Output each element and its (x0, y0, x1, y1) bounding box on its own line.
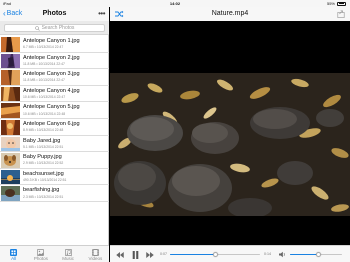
search-icon (34, 25, 40, 31)
file-thumbnail (1, 70, 20, 85)
file-name: Baby Puppy.jpg (23, 154, 62, 161)
volume-fill (290, 254, 319, 256)
film-icon (91, 248, 99, 256)
file-meta: 11.8 MB • 10/13/2014 22:47 (23, 61, 65, 66)
more-options-icon[interactable]: ••• (98, 9, 105, 18)
pause-button[interactable] (131, 250, 139, 259)
browser-title: Photos (42, 10, 67, 17)
file-browser-panel: ‹ Back Photos ••• Search Photos Antelope… (0, 7, 109, 262)
file-name: Antelope Canyon 5.jpg (23, 104, 80, 111)
file-meta: 6.7 MB • 10/13/2014 22:47 (23, 45, 64, 50)
photo-icon (37, 248, 45, 256)
file-meta: 8.9 MB • 10/13/2014 22:48 (23, 128, 64, 133)
search-bar: Search Photos (0, 21, 109, 35)
file-meta: 490.3 KB • 10/13/2014 22:51 (23, 177, 67, 182)
tab-videos[interactable]: Videos (82, 246, 109, 262)
file-meta: 2.9 MB • 10/13/2014 22:52 (23, 161, 64, 166)
tab-music[interactable]: Music (55, 246, 82, 262)
playback-controls: 0:07 0:14 (110, 245, 350, 262)
file-thumbnail (1, 169, 20, 185)
clock: 14:02 (169, 1, 181, 6)
elapsed-time: 0:07 (160, 252, 167, 256)
tab-photos[interactable]: Photos (27, 246, 54, 262)
file-thumbnail (1, 37, 20, 52)
file-row[interactable]: Antelope Canyon 2.jpg 11.8 MB • 10/13/201… (0, 53, 109, 70)
file-name: Antelope Canyon 6.jpg (23, 120, 80, 127)
battery-icon (337, 1, 346, 6)
file-meta: 5.1 MB • 10/13/2014 22:51 (23, 144, 64, 149)
file-thumbnail (1, 103, 20, 118)
file-thumbnail (1, 186, 20, 201)
file-thumbnail (1, 86, 20, 102)
volume-icon (278, 251, 286, 258)
video-frame[interactable] (110, 73, 350, 216)
file-row[interactable]: Antelope Canyon 1.jpg 6.7 MB • 10/13/2014… (0, 36, 109, 53)
video-still-image (110, 73, 350, 216)
file-name: bearfishing.jpg (23, 187, 60, 194)
video-player-panel: Nature.mp4 0:07 0:14 (110, 7, 350, 262)
file-thumbnail (1, 136, 20, 152)
tab-label: Videos (88, 256, 103, 261)
video-title: Nature.mp4 (211, 10, 249, 17)
browser-nav-bar: ‹ Back Photos ••• (0, 7, 109, 21)
file-name: Antelope Canyon 1.jpg (23, 38, 80, 44)
file-name: beachsunset.jpg (23, 170, 64, 177)
remaining-time: 0:14 (264, 252, 271, 256)
file-row[interactable]: Antelope Canyon 5.jpg 10.6 MB • 10/13/201… (0, 102, 109, 119)
fast-forward-icon[interactable] (146, 251, 154, 258)
rewind-icon[interactable] (116, 251, 124, 258)
file-name: Antelope Canyon 2.jpg (23, 54, 80, 61)
grid-icon (10, 248, 18, 256)
tab-bar: All Photos Music Videos (0, 245, 109, 262)
file-row[interactable]: beachsunset.jpg 490.3 KB • 10/13/2014 22:… (0, 169, 109, 186)
file-meta: 10.6 MB • 10/13/2014 22:47 (23, 94, 66, 99)
tab-all[interactable]: All (0, 246, 27, 262)
file-name: Baby Jared.jpg (23, 137, 61, 144)
status-bar: iPad 14:02 55% (0, 0, 350, 7)
file-meta: 2.3 MB • 10/13/2014 22:51 (23, 194, 64, 199)
music-icon (64, 248, 72, 256)
player-nav-bar: Nature.mp4 (110, 7, 350, 21)
search-input[interactable]: Search Photos (4, 24, 105, 32)
share-icon[interactable] (337, 10, 345, 18)
file-row[interactable]: Antelope Canyon 3.jpg 11.8 MB • 10/13/201… (0, 69, 109, 86)
file-meta: 10.6 MB • 10/13/2014 22:48 (23, 111, 66, 116)
file-thumbnail (1, 119, 20, 135)
file-list: Antelope Canyon 1.jpg 6.7 MB • 10/13/2014… (0, 36, 109, 246)
file-thumbnail (1, 153, 20, 168)
file-row[interactable]: Antelope Canyon 6.jpg 8.9 MB • 10/13/2014… (0, 119, 109, 136)
volume-knob[interactable] (316, 252, 322, 257)
file-row[interactable]: bearfishing.jpg 2.3 MB • 10/13/2014 22:51 (0, 185, 109, 202)
search-placeholder: Search Photos (41, 25, 75, 31)
progress-fill (170, 254, 215, 256)
file-name: Antelope Canyon 3.jpg (23, 71, 80, 78)
tab-label: Music (62, 256, 74, 261)
progress-slider[interactable] (170, 252, 260, 257)
pause-icon (132, 250, 138, 259)
progress-knob[interactable] (212, 252, 218, 257)
file-name: Antelope Canyon 4.jpg (23, 87, 80, 94)
battery-percent: 55% (326, 1, 335, 6)
file-row[interactable]: Antelope Canyon 4.jpg 10.6 MB • 10/13/201… (0, 86, 109, 103)
file-meta: 11.8 MB • 10/13/2014 22:47 (23, 78, 65, 83)
file-row[interactable]: Baby Puppy.jpg 2.9 MB • 10/13/2014 22:52 (0, 152, 109, 169)
file-thumbnail (1, 53, 20, 69)
volume-slider[interactable] (290, 252, 342, 257)
tab-label: Photos (33, 256, 48, 261)
tab-label: All (11, 256, 17, 261)
battery-indicator: 55% (327, 1, 346, 6)
file-row[interactable]: Baby Jared.jpg 5.1 MB • 10/13/2014 22:51 (0, 136, 109, 153)
